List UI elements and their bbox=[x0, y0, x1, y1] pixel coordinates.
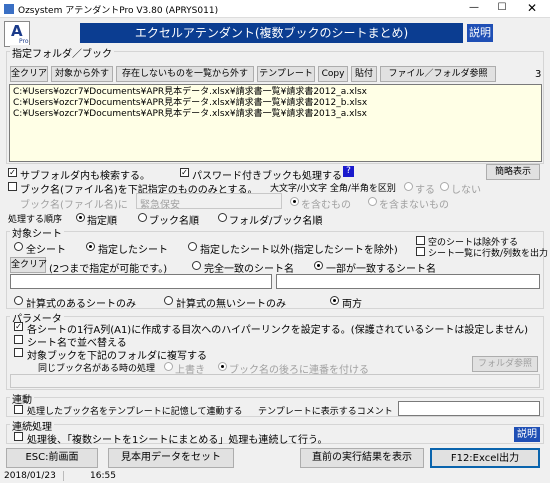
status-date: 2018/01/23 bbox=[4, 471, 64, 481]
not-contains-radio[interactable] bbox=[368, 197, 377, 206]
window-title: Ozsystem アテンダントPro V3.80 (APRYS011) bbox=[18, 6, 219, 16]
partial-match-label: 一部が一致するシート名 bbox=[326, 264, 436, 275]
exact-match-radio[interactable] bbox=[192, 261, 201, 270]
except-sheets-radio[interactable] bbox=[188, 242, 197, 251]
template-button[interactable]: テンプレート bbox=[257, 66, 315, 82]
copy-to-folder-label: 対象ブックを下記のフォルダに複写する bbox=[27, 351, 207, 362]
banner-text: エクセルアテンダント(複数ブックのシートまとめ) bbox=[134, 26, 409, 40]
bookname-field-label: ブック名(ファイル名)に bbox=[20, 200, 128, 211]
app-logo: A Pro bbox=[4, 21, 30, 47]
hyperlink-checkbox[interactable]: ✓ bbox=[14, 322, 23, 331]
both-label: 両方 bbox=[342, 299, 362, 310]
subfolder-checkbox[interactable]: ✓ bbox=[8, 168, 17, 177]
not-contains-label: を含まないもの bbox=[379, 200, 449, 211]
specified-sheets-label: 指定したシート bbox=[98, 245, 168, 256]
file-list-item[interactable]: C:¥Users¥ozcr7¥Documents¥APR見本データ.xlsx¥請… bbox=[13, 109, 538, 120]
help-label: 説明 bbox=[469, 26, 491, 39]
bookname-input-value: 緊急保安 bbox=[140, 200, 180, 211]
close-icon[interactable]: ✕ bbox=[520, 1, 544, 15]
clear-all-button[interactable]: 全クリア bbox=[10, 66, 48, 82]
case-no-radio[interactable] bbox=[440, 182, 449, 191]
overwrite-radio[interactable] bbox=[164, 362, 173, 371]
case-yes-label: する bbox=[415, 185, 435, 196]
show-last-result-button[interactable]: 直前の実行結果を表示 bbox=[300, 448, 424, 468]
continuous-help-button[interactable]: 説明 bbox=[514, 427, 540, 442]
question-icon[interactable]: ? bbox=[343, 166, 354, 177]
sheet-clear-note: (2つまで指定が可能です。) bbox=[49, 264, 168, 275]
comment-input[interactable] bbox=[398, 401, 540, 416]
file-list[interactable]: C:¥Users¥ozcr7¥Documents¥APR見本データ.xlsx¥請… bbox=[9, 84, 542, 162]
comment-label: テンプレートに表示するコメント bbox=[258, 407, 393, 417]
order-bookname-label: ブック名順 bbox=[149, 216, 199, 227]
bookname-input[interactable]: 緊急保安 bbox=[136, 193, 282, 211]
partial-match-radio[interactable] bbox=[314, 261, 323, 270]
exact-match-label: 完全一致のシート名 bbox=[204, 264, 294, 275]
case-yes-radio[interactable] bbox=[404, 182, 413, 191]
sheet-clear-all-button[interactable]: 全クリア bbox=[10, 257, 47, 273]
folder-group-title: 指定フォルダ／ブック bbox=[10, 45, 114, 60]
both-radio[interactable] bbox=[330, 296, 339, 305]
contains-label: を含むもの bbox=[301, 200, 351, 211]
remove-missing-button[interactable]: 存在しないものを一覧から外す bbox=[116, 66, 254, 82]
app-icon bbox=[4, 4, 14, 14]
sheet-group-title: 対象シート bbox=[10, 225, 64, 240]
order-label: 処理する順序 bbox=[8, 215, 63, 225]
continue-checkbox[interactable] bbox=[14, 432, 23, 441]
formula-only-radio[interactable] bbox=[14, 296, 23, 305]
no-formula-label: 計算式の無いシートのみ bbox=[176, 299, 286, 310]
all-sheets-label: 全シート bbox=[26, 245, 66, 256]
order-folder-label: フォルダ/ブック名順 bbox=[229, 216, 323, 227]
remember-checkbox[interactable] bbox=[14, 405, 23, 414]
all-sheets-radio[interactable] bbox=[14, 242, 23, 251]
status-bar: 2018/01/23 16:55 bbox=[0, 470, 550, 483]
continue-label: 処理後、「複数シートを1シートにまとめる」処理も連続して行う。 bbox=[27, 435, 328, 446]
remove-from-target-button[interactable]: 対象から外す bbox=[51, 66, 113, 82]
file-list-item[interactable]: C:¥Users¥ozcr7¥Documents¥APR見本データ.xlsx¥請… bbox=[13, 87, 538, 98]
copy-folder-input[interactable] bbox=[10, 374, 540, 388]
order-specified-label: 指定順 bbox=[87, 216, 117, 227]
continuous-help-label: 説明 bbox=[517, 429, 537, 440]
specified-sheets-radio[interactable] bbox=[86, 242, 95, 251]
rename-radio[interactable] bbox=[218, 362, 227, 371]
sheet-name-input-1[interactable] bbox=[10, 274, 272, 289]
simple-view-button[interactable]: 簡略表示 bbox=[486, 164, 540, 180]
maximize-icon[interactable]: ☐ bbox=[492, 2, 512, 16]
copy-to-folder-checkbox[interactable] bbox=[14, 348, 23, 357]
banner-title: エクセルアテンダント(複数ブックのシートまとめ) bbox=[80, 23, 463, 43]
password-checkbox[interactable]: ✓ bbox=[180, 168, 189, 177]
folder-ref-button[interactable]: フォルダ参照 bbox=[472, 356, 538, 372]
except-sheets-label: 指定したシート以外(指定したシートを除外) bbox=[200, 245, 398, 256]
output-rowcol-checkbox[interactable] bbox=[416, 247, 425, 256]
excel-output-button[interactable]: F12:Excel出力 bbox=[430, 448, 540, 468]
escape-back-button[interactable]: ESC:前画面 bbox=[6, 448, 98, 468]
case-sensitive-label: 大文字/小文字 全角/半角を区別 bbox=[270, 184, 396, 194]
file-count: 3 bbox=[535, 69, 542, 80]
minimize-icon[interactable]: — bbox=[464, 2, 484, 16]
order-bookname-radio[interactable] bbox=[138, 213, 147, 222]
status-time: 16:55 bbox=[90, 471, 116, 481]
no-formula-radio[interactable] bbox=[164, 296, 173, 305]
order-specified-radio[interactable] bbox=[76, 213, 85, 222]
file-list-item[interactable]: C:¥Users¥ozcr7¥Documents¥APR見本データ.xlsx¥請… bbox=[13, 98, 538, 109]
formula-only-label: 計算式のあるシートのみ bbox=[26, 299, 136, 310]
paste-button[interactable]: 貼付 bbox=[351, 66, 377, 82]
order-folder-radio[interactable] bbox=[218, 213, 227, 222]
remember-label: 処理したブック名をテンプレートに記憶して連動する bbox=[27, 407, 243, 417]
help-button[interactable]: 説明 bbox=[467, 24, 493, 42]
set-sample-data-button[interactable]: 見本用データをセット bbox=[108, 448, 234, 468]
copy-button[interactable]: Copy bbox=[318, 66, 348, 82]
same-name-label: 同じブック名がある時の処理 bbox=[38, 364, 156, 374]
password-label: パスワード付きブックも処理する bbox=[192, 171, 342, 182]
sheet-name-input-2[interactable] bbox=[276, 274, 540, 289]
bookname-filter-checkbox[interactable] bbox=[8, 182, 17, 191]
browse-file-folder-button[interactable]: ファイル／フォルダ参照 bbox=[380, 66, 496, 82]
output-rowcol-label: シート一覧に行数/列数を出力 bbox=[428, 249, 549, 259]
sort-by-name-checkbox[interactable] bbox=[14, 335, 23, 344]
subfolder-label: サブフォルダ内も検索する。 bbox=[20, 171, 150, 182]
logo-sub: Pro bbox=[19, 38, 29, 45]
case-no-label: しない bbox=[451, 185, 481, 196]
exclude-empty-checkbox[interactable] bbox=[416, 236, 425, 245]
title-bar: Ozsystem アテンダントPro V3.80 (APRYS011) — ☐ … bbox=[0, 0, 550, 18]
contains-radio[interactable] bbox=[290, 197, 299, 206]
